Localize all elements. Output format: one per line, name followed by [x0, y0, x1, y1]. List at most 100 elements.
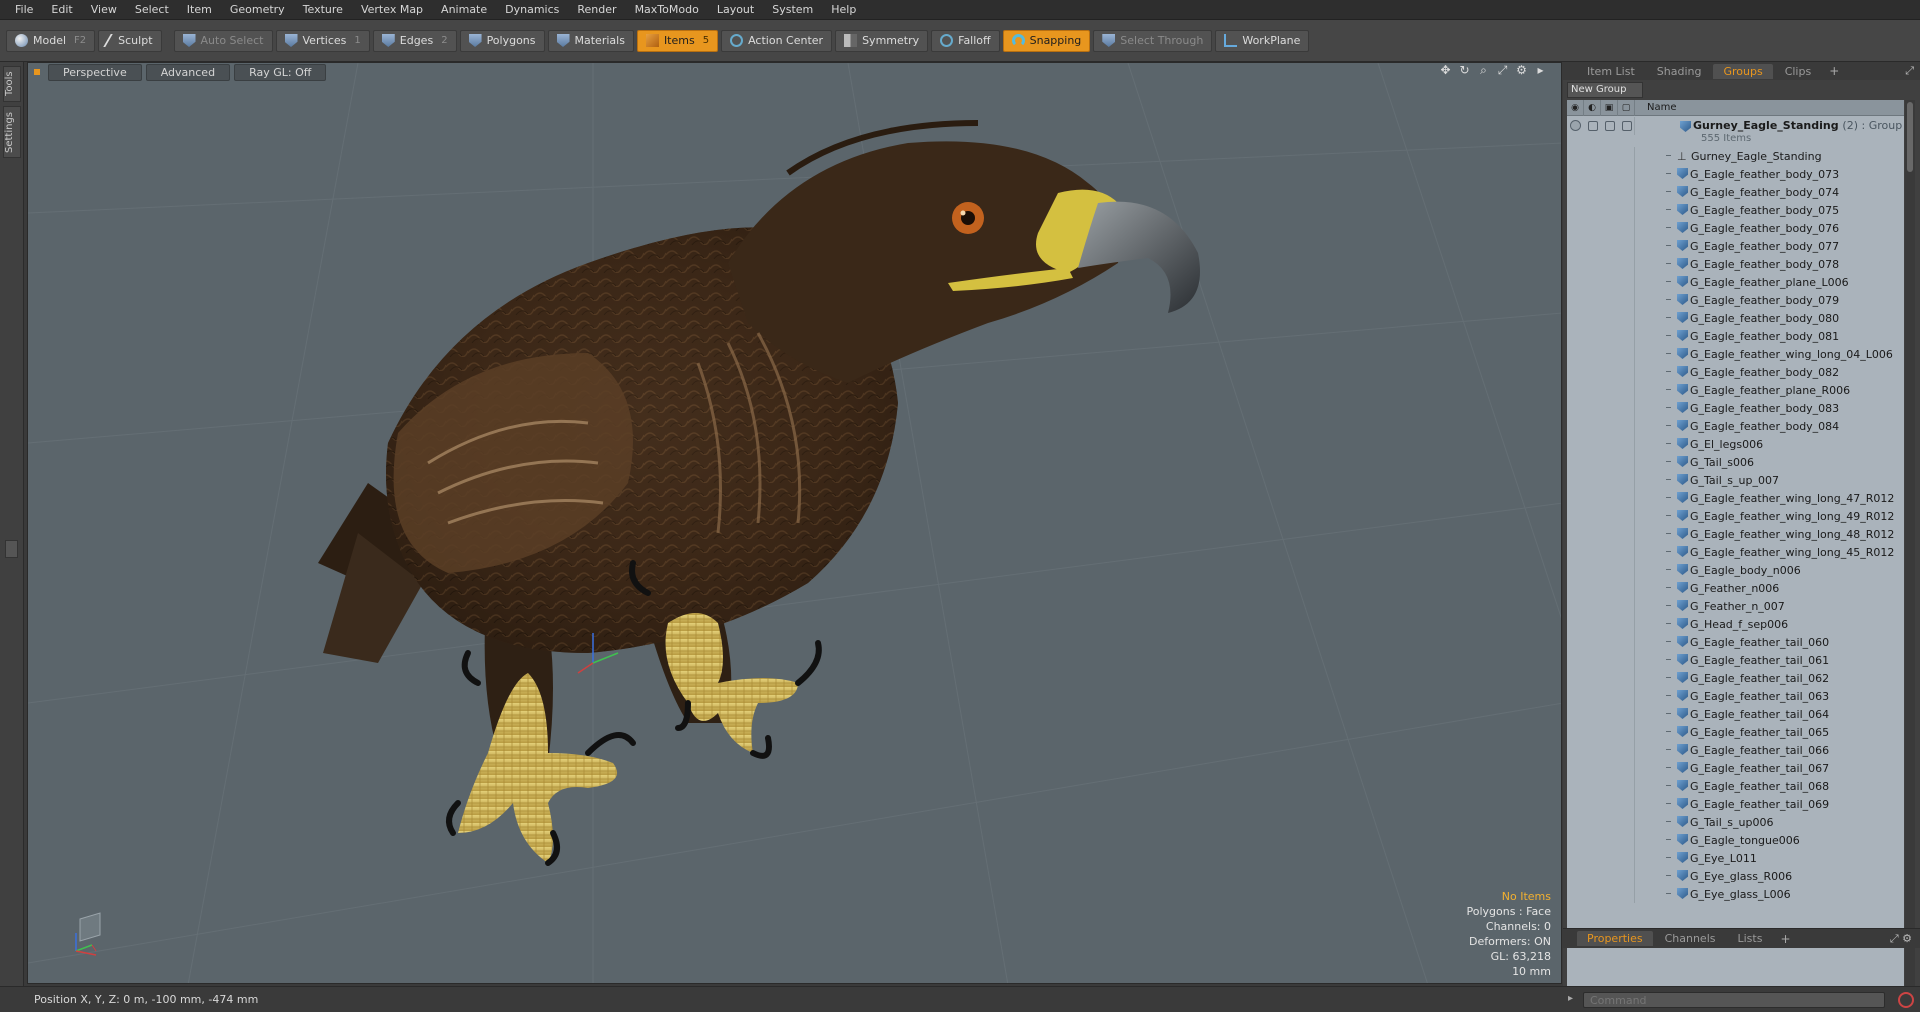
edges-button[interactable]: Edges 2 [372, 29, 457, 52]
list-item[interactable]: G_Eagle_feather_plane_R006 [1567, 381, 1904, 399]
props-expand-icon[interactable]: ⤢ ⚙ [1890, 932, 1912, 946]
list-item[interactable]: G_Eagle_feather_body_074 [1567, 183, 1904, 201]
list-item[interactable]: G_Eagle_feather_tail_065 [1567, 723, 1904, 741]
menu-item[interactable]: Item [178, 0, 221, 20]
command-history-icon[interactable]: ▸ [1568, 993, 1573, 1004]
list-item[interactable]: G_Eagle_feather_wing_long_45_R012 [1567, 543, 1904, 561]
materials-button[interactable]: Materials [547, 29, 634, 52]
menu-select[interactable]: Select [126, 0, 178, 20]
list-item[interactable]: G_Eagle_feather_tail_060 [1567, 633, 1904, 651]
list-item[interactable]: G_El_legs006 [1567, 435, 1904, 453]
auto-select-button[interactable]: Auto Select [173, 29, 273, 52]
list-item[interactable]: G_Eagle_feather_wing_long_49_R012 [1567, 507, 1904, 525]
add-props-tab-icon[interactable]: + [1774, 932, 1796, 946]
command-input[interactable] [1583, 992, 1885, 1008]
list-item[interactable]: G_Head_f_sep006 [1567, 615, 1904, 633]
tools-tab[interactable]: Tools [3, 66, 21, 102]
list-item[interactable]: G_Tail_s006 [1567, 453, 1904, 471]
pan-icon[interactable]: ✥ [1439, 64, 1452, 77]
menu-maxtomodo[interactable]: MaxToModo [626, 0, 708, 20]
menu-help[interactable]: Help [822, 0, 865, 20]
tab-lists[interactable]: Lists [1728, 931, 1773, 946]
view-mode-dropdown[interactable]: Perspective [48, 63, 142, 81]
list-item[interactable]: G_Eagle_feather_body_077 [1567, 237, 1904, 255]
vertices-button[interactable]: Vertices 1 [275, 29, 370, 52]
select-column-icon[interactable]: ▢ [1618, 100, 1635, 116]
raygl-toggle[interactable]: Ray GL: Off [234, 63, 327, 81]
menu-animate[interactable]: Animate [432, 0, 496, 20]
list-item[interactable]: G_Eagle_feather_body_082 [1567, 363, 1904, 381]
tab-item-list[interactable]: Item List [1577, 64, 1645, 79]
list-item[interactable]: G_Eagle_feather_wing_long_47_R012 [1567, 489, 1904, 507]
list-item[interactable]: G_Eagle_feather_wing_long_04_L006 [1567, 345, 1904, 363]
action-center-button[interactable]: Action Center [721, 29, 833, 52]
model-mode-button[interactable]: Model F2 [6, 29, 96, 52]
menu-layout[interactable]: Layout [708, 0, 763, 20]
group-row[interactable]: Gurney_Eagle_Standing (2) : Group 555 It… [1567, 117, 1904, 147]
snapping-button[interactable]: Snapping [1002, 29, 1091, 52]
list-item[interactable]: G_Eye_L011 [1567, 849, 1904, 867]
symmetry-button[interactable]: Symmetry [835, 29, 929, 52]
select-through-button[interactable]: Select Through [1093, 29, 1213, 52]
list-item[interactable]: G_Tail_s_up006 [1567, 813, 1904, 831]
select-toggle[interactable] [1622, 121, 1632, 131]
falloff-button[interactable]: Falloff [931, 29, 1000, 52]
visibility-column-icon[interactable]: ◉ [1567, 100, 1584, 116]
scrollbar-thumb[interactable] [1907, 102, 1913, 172]
list-item[interactable]: G_Eagle_feather_tail_062 [1567, 669, 1904, 687]
record-macro-icon[interactable] [1898, 992, 1914, 1008]
list-scrollbar[interactable] [1905, 100, 1915, 990]
polygons-button[interactable]: Polygons [459, 29, 545, 52]
list-item[interactable]: G_Eye_glass_L006 [1567, 885, 1904, 903]
list-item[interactable]: G_Eagle_feather_body_075 [1567, 201, 1904, 219]
3d-viewport[interactable]: Perspective Advanced Ray GL: Off ✥ ↻ ⌕ ⤢… [27, 62, 1562, 984]
list-item[interactable]: G_Eagle_feather_body_073 [1567, 165, 1904, 183]
items-button[interactable]: Items 5 [636, 29, 719, 52]
zoom-icon[interactable]: ⌕ [1477, 64, 1490, 77]
tab-channels[interactable]: Channels [1655, 931, 1726, 946]
visibility-eye-icon[interactable] [1570, 120, 1581, 131]
list-item[interactable]: G_Eagle_feather_tail_069 [1567, 795, 1904, 813]
list-item[interactable]: G_Eagle_tongue006 [1567, 831, 1904, 849]
menu-file[interactable]: File [6, 0, 42, 20]
list-item[interactable]: G_Eagle_feather_body_084 [1567, 417, 1904, 435]
gear-icon[interactable]: ⚙ [1515, 64, 1528, 77]
list-item[interactable]: G_Eagle_feather_body_079 [1567, 291, 1904, 309]
list-item[interactable]: G_Eagle_feather_body_080 [1567, 309, 1904, 327]
list-item[interactable]: G_Eagle_feather_tail_064 [1567, 705, 1904, 723]
list-item[interactable]: G_Eagle_feather_tail_063 [1567, 687, 1904, 705]
render-toggle[interactable] [1588, 121, 1598, 131]
menu-render[interactable]: Render [568, 0, 625, 20]
groups-tree-list[interactable]: ◉ ◐ ▣ ▢ Name Gurney_Eagle_Standing (2) :… [1567, 100, 1904, 990]
menu-dynamics[interactable]: Dynamics [496, 0, 568, 20]
menu-texture[interactable]: Texture [294, 0, 352, 20]
list-item[interactable]: G_Feather_n006 [1567, 579, 1904, 597]
fit-icon[interactable]: ⤢ [1496, 64, 1509, 77]
list-item[interactable]: G_Eagle_feather_tail_068 [1567, 777, 1904, 795]
menu-system[interactable]: System [763, 0, 822, 20]
list-item[interactable]: G_Eagle_feather_tail_061 [1567, 651, 1904, 669]
arrow-right-icon[interactable]: ▸ [1534, 64, 1547, 77]
list-item[interactable]: G_Eagle_feather_tail_067 [1567, 759, 1904, 777]
rotate-icon[interactable]: ↻ [1458, 64, 1471, 77]
collapse-handle[interactable] [5, 540, 18, 558]
list-item[interactable]: G_Eagle_feather_body_083 [1567, 399, 1904, 417]
tab-groups[interactable]: Groups [1713, 63, 1773, 79]
workplane-button[interactable]: WorkPlane [1215, 29, 1310, 52]
menu-vertex-map[interactable]: Vertex Map [352, 0, 432, 20]
add-tab-icon[interactable]: + [1823, 64, 1845, 78]
menu-edit[interactable]: Edit [42, 0, 81, 20]
list-item[interactable]: G_Eye_glass_R006 [1567, 867, 1904, 885]
locator-row[interactable]: ⊥ Gurney_Eagle_Standing [1567, 147, 1904, 165]
render-column-icon[interactable]: ◐ [1584, 100, 1601, 116]
list-item[interactable]: G_Eagle_feather_wing_long_48_R012 [1567, 525, 1904, 543]
expand-panel-icon[interactable]: ⤢ [1905, 64, 1914, 78]
menu-geometry[interactable]: Geometry [221, 0, 294, 20]
list-item[interactable]: G_Eagle_feather_tail_066 [1567, 741, 1904, 759]
list-item[interactable]: G_Eagle_feather_body_078 [1567, 255, 1904, 273]
sculpt-mode-button[interactable]: Sculpt [98, 29, 162, 52]
new-group-button[interactable]: New Group [1567, 82, 1643, 98]
list-item[interactable]: G_Eagle_body_n006 [1567, 561, 1904, 579]
tab-properties[interactable]: Properties [1577, 931, 1653, 946]
name-column-header[interactable]: Name [1635, 102, 1677, 113]
